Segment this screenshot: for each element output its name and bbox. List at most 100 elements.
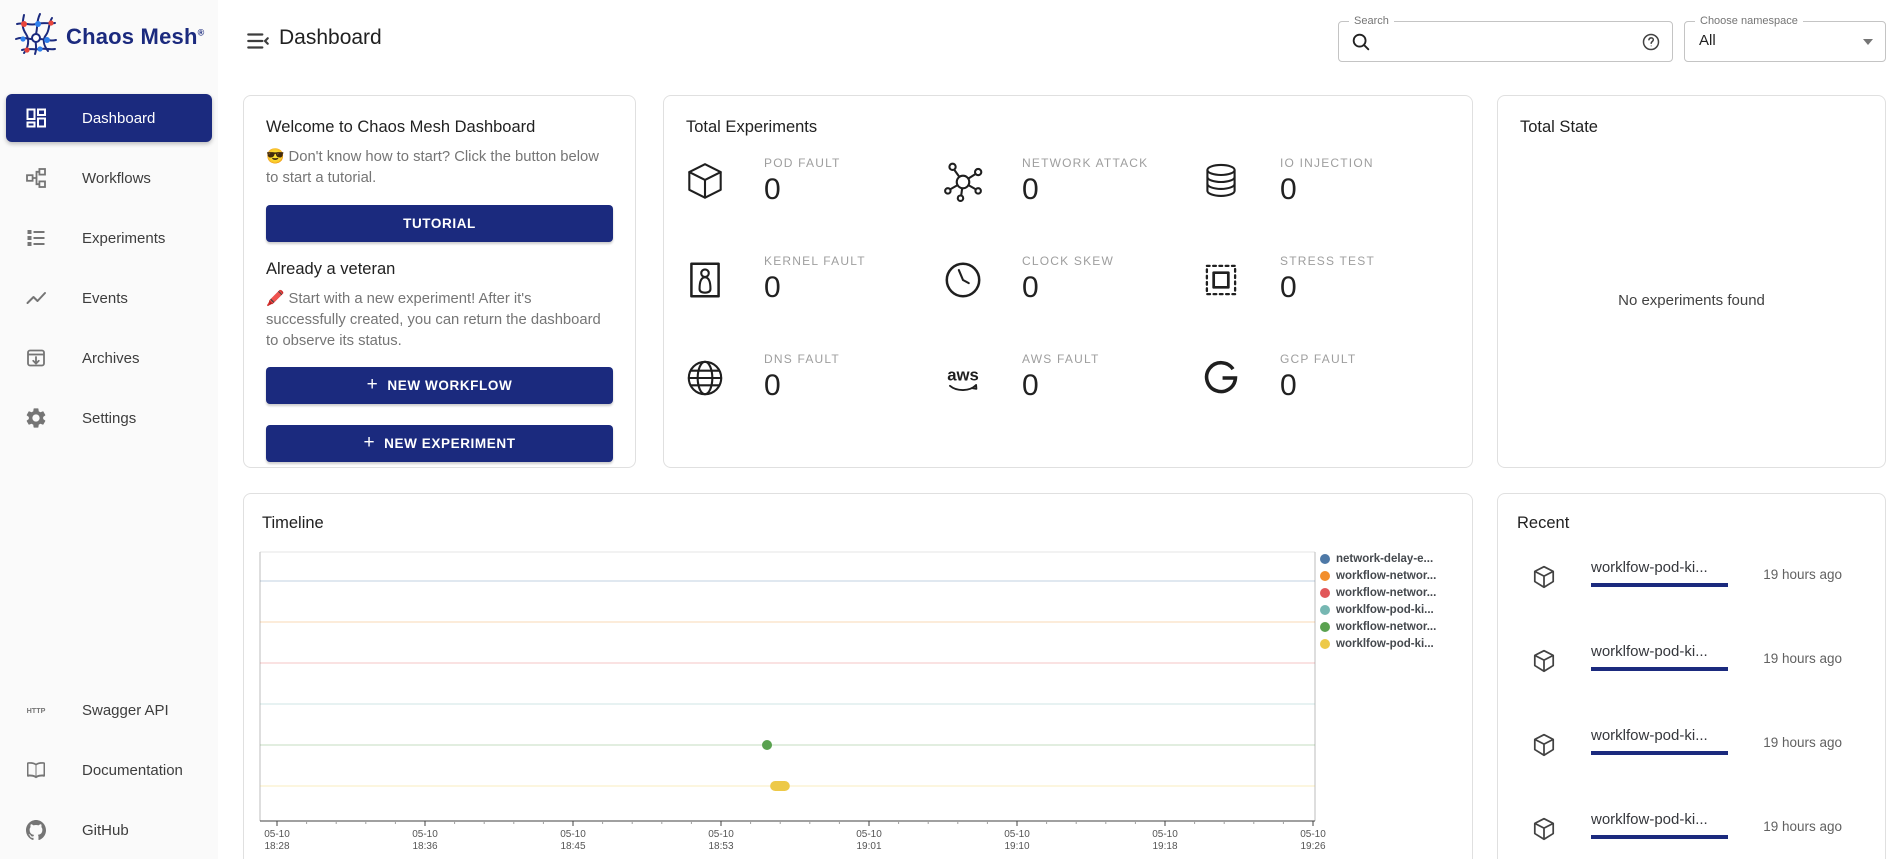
legend-item[interactable]: worklfow-pod-ki... bbox=[1320, 601, 1436, 618]
total-experiments-title: Total Experiments bbox=[686, 118, 1450, 137]
legend-label: worklfow-pod-ki... bbox=[1336, 638, 1434, 650]
stat-label: STRESS TEST bbox=[1280, 254, 1375, 268]
svg-text:05-10: 05-10 bbox=[264, 829, 290, 840]
recent-experiment-link[interactable]: worklfow-pod-ki... bbox=[1591, 727, 1728, 755]
sidebar-item-documentation[interactable]: Documentation bbox=[6, 746, 212, 794]
stat-value: 0 bbox=[1280, 271, 1375, 305]
stat-label: IO INJECTION bbox=[1280, 156, 1374, 170]
sidebar-item-github[interactable]: GitHub bbox=[6, 806, 212, 854]
veteran-text: 🖍️ Start with a new experiment! After it… bbox=[266, 289, 613, 352]
link-underline bbox=[1591, 583, 1728, 587]
recent-time: 19 hours ago bbox=[1763, 819, 1842, 834]
stat-network-attack: NETWORK ATTACK0 bbox=[940, 156, 1148, 207]
new-experiment-button[interactable]: +NEW EXPERIMENT bbox=[266, 425, 613, 462]
plus-icon: + bbox=[363, 433, 375, 452]
legend-label: worklfow-pod-ki... bbox=[1336, 604, 1434, 616]
search-icon bbox=[1350, 31, 1372, 53]
sidebar-item-workflows[interactable]: Workflows bbox=[6, 154, 212, 202]
app-root: Chaos Mesh® Dashboard Workflows Experiment… bbox=[0, 0, 1892, 859]
svg-text:18:36: 18:36 bbox=[412, 841, 437, 852]
svg-text:19:18: 19:18 bbox=[1152, 841, 1177, 852]
plus-icon: + bbox=[367, 375, 379, 394]
link-underline bbox=[1591, 751, 1728, 755]
stat-gcp-fault: GCP FAULT0 bbox=[1198, 352, 1356, 403]
chaos-mesh-logo-icon bbox=[14, 12, 58, 61]
legend-dot-icon bbox=[1320, 605, 1330, 615]
legend-dot-icon bbox=[1320, 622, 1330, 632]
recent-item: worklfow-pod-ki...19 hours ago bbox=[1531, 559, 1885, 615]
sidebar-item-label: Swagger API bbox=[82, 702, 169, 719]
welcome-intro: 😎 Don't know how to start? Click the but… bbox=[266, 147, 613, 189]
stat-aws-fault: awsAWS FAULT0 bbox=[940, 352, 1099, 403]
docs-icon bbox=[24, 758, 48, 782]
svg-text:19:26: 19:26 bbox=[1300, 841, 1325, 852]
stat-value: 0 bbox=[1022, 173, 1148, 207]
sidebar: Chaos Mesh® Dashboard Workflows Experiment… bbox=[0, 0, 218, 859]
legend-item[interactable]: workflow-networ... bbox=[1320, 567, 1436, 584]
recent-experiment-link[interactable]: worklfow-pod-ki... bbox=[1591, 811, 1728, 839]
dropdown-arrow-icon bbox=[1863, 39, 1873, 45]
sidebar-item-experiments[interactable]: Experiments bbox=[6, 214, 212, 262]
svg-text:05-10: 05-10 bbox=[560, 829, 586, 840]
stat-io-injection: IO INJECTION0 bbox=[1198, 156, 1374, 207]
menu-open-button[interactable] bbox=[245, 28, 271, 54]
stress-icon bbox=[1198, 257, 1244, 303]
legend-dot-icon bbox=[1320, 639, 1330, 649]
sidebar-item-dashboard[interactable]: Dashboard bbox=[6, 94, 212, 142]
recent-experiment-name: worklfow-pod-ki... bbox=[1591, 559, 1728, 576]
stat-pod-fault: POD FAULT0 bbox=[682, 156, 841, 207]
registered-mark: ® bbox=[198, 27, 205, 37]
welcome-title: Welcome to Chaos Mesh Dashboard bbox=[266, 118, 613, 137]
recent-time: 19 hours ago bbox=[1763, 651, 1842, 666]
aws-icon: aws bbox=[940, 355, 986, 401]
sidebar-bottom-nav: HTTPSwagger API Documentation GitHub bbox=[6, 686, 212, 854]
sidebar-nav: Dashboard Workflows Experiments Events Archi… bbox=[6, 94, 212, 442]
recent-title: Recent bbox=[1517, 514, 1885, 533]
legend-item[interactable]: network-delay-e... bbox=[1320, 550, 1436, 567]
pod-icon bbox=[682, 159, 728, 205]
cube-icon bbox=[1531, 648, 1557, 674]
dns-icon bbox=[682, 355, 728, 401]
total-state-title: Total State bbox=[1520, 118, 1863, 137]
legend-item[interactable]: workflow-networ... bbox=[1320, 584, 1436, 601]
recent-experiment-link[interactable]: worklfow-pod-ki... bbox=[1591, 559, 1728, 587]
search-input[interactable] bbox=[1379, 23, 1619, 60]
recent-card: Recent worklfow-pod-ki... 19 hours ago wor… bbox=[1497, 493, 1886, 859]
svg-text:aws: aws bbox=[947, 365, 979, 384]
timeline-chart[interactable]: 05-1018:2805-1018:3605-1018:4505-1018:53… bbox=[244, 494, 1472, 859]
sidebar-item-label: Dashboard bbox=[82, 110, 155, 127]
legend-item[interactable]: worklfow-pod-ki... bbox=[1320, 635, 1436, 652]
sidebar-item-swagger-api[interactable]: HTTPSwagger API bbox=[6, 686, 212, 734]
stat-value: 0 bbox=[764, 369, 840, 403]
stat-value: 0 bbox=[764, 173, 841, 207]
svg-text:19:10: 19:10 bbox=[1004, 841, 1029, 852]
svg-text:19:01: 19:01 bbox=[856, 841, 881, 852]
cube-icon bbox=[1531, 732, 1557, 758]
sidebar-item-settings[interactable]: Settings bbox=[6, 394, 212, 442]
archives-icon bbox=[24, 346, 48, 370]
logo[interactable]: Chaos Mesh® bbox=[14, 12, 204, 61]
legend-dot-icon bbox=[1320, 571, 1330, 581]
kernel-icon bbox=[682, 257, 728, 303]
svg-text:18:53: 18:53 bbox=[708, 841, 733, 852]
recent-experiment-link[interactable]: worklfow-pod-ki... bbox=[1591, 643, 1728, 671]
tutorial-button[interactable]: TUTORIAL bbox=[266, 205, 613, 242]
svg-text:05-10: 05-10 bbox=[1300, 829, 1326, 840]
sidebar-item-label: Events bbox=[82, 290, 128, 307]
legend-item[interactable]: workflow-networ... bbox=[1320, 618, 1436, 635]
search-field: Search bbox=[1338, 21, 1673, 62]
events-icon bbox=[24, 286, 48, 310]
svg-text:05-10: 05-10 bbox=[412, 829, 438, 840]
recent-item: worklfow-pod-ki... 19 hours ago bbox=[1531, 811, 1885, 859]
namespace-select[interactable]: Choose namespace All bbox=[1684, 21, 1886, 62]
settings-icon bbox=[24, 406, 48, 430]
page-title: Dashboard bbox=[279, 26, 382, 50]
sidebar-item-label: Settings bbox=[82, 410, 136, 427]
help-icon[interactable] bbox=[1641, 32, 1661, 52]
sidebar-item-archives[interactable]: Archives bbox=[6, 334, 212, 382]
stat-dns-fault: DNS FAULT0 bbox=[682, 352, 840, 403]
recent-item: worklfow-pod-ki...19 hours ago bbox=[1531, 727, 1885, 783]
new-workflow-button[interactable]: +NEW WORKFLOW bbox=[266, 367, 613, 404]
sidebar-item-events[interactable]: Events bbox=[6, 274, 212, 322]
veteran-title: Already a veteran bbox=[266, 260, 613, 279]
